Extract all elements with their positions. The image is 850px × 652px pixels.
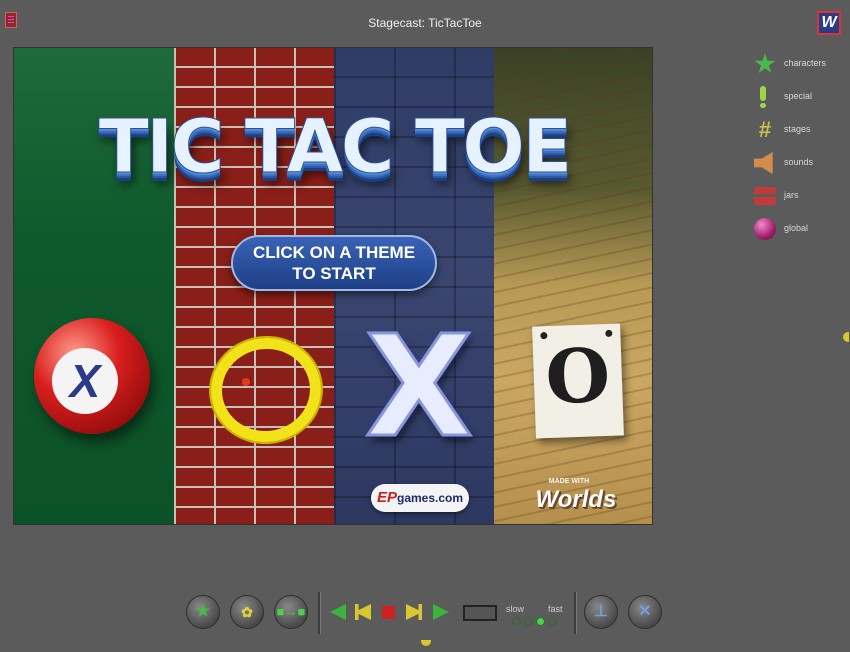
step-back-button[interactable] [355, 604, 371, 620]
sidebar-item-sounds[interactable]: sounds [750, 151, 846, 184]
stop-button[interactable] [382, 606, 395, 619]
close-icon: ✕ [638, 603, 652, 620]
speed-step[interactable] [524, 617, 533, 626]
paper-symbol: O [544, 332, 612, 422]
play-button[interactable] [433, 604, 449, 620]
toolbar-separator [318, 592, 321, 634]
speed-step[interactable] [512, 617, 521, 626]
com-mark: .com [435, 491, 464, 505]
speed-slow-label: slow [506, 604, 525, 614]
billiard-ball-x-icon[interactable]: X [34, 318, 150, 434]
rule-button[interactable]: ■→■ [274, 595, 308, 629]
sidebar-item-label: sounds [784, 157, 814, 167]
play-backward-button[interactable] [330, 604, 346, 620]
click-to-start-banner: CLICK ON A THEME TO START [231, 235, 437, 291]
joystick-button[interactable]: ⊥ [584, 595, 618, 629]
ball-symbol: X [52, 348, 118, 414]
sidebar-item-label: stages [784, 124, 811, 134]
joystick-icon: ⊥ [594, 603, 608, 620]
speed-step[interactable] [536, 617, 545, 626]
globe-icon [754, 218, 776, 240]
game-title: TIC TAC TOE [98, 104, 573, 190]
start-line-1: CLICK ON A THEME [252, 243, 416, 262]
speed-fast-label: fast [548, 604, 563, 614]
games-mark: games [396, 491, 436, 505]
resize-grip-bottom[interactable] [421, 640, 431, 646]
sidebar-item-jars[interactable]: jars [750, 184, 846, 217]
made-with-label: MADE WITH [548, 478, 590, 485]
star-icon [754, 53, 776, 74]
start-line-2: TO START [292, 264, 376, 283]
sidebar-item-label: characters [784, 58, 827, 68]
palette-icon: ✿ [241, 604, 253, 620]
exclamation-icon [760, 86, 766, 108]
sidebar-item-special[interactable]: special [750, 85, 846, 118]
title-bar: Stagecast: TicTacToe W [0, 0, 850, 44]
sidebar: characters special # stages sounds jars … [750, 52, 846, 250]
close-tool-button[interactable]: ✕ [628, 595, 662, 629]
sidebar-item-label: special [784, 91, 813, 101]
clock-display [463, 605, 497, 621]
paper-o-icon[interactable]: O [532, 323, 624, 439]
speed-step[interactable] [548, 617, 557, 626]
game-stage: TIC TAC TOE CLICK ON A THEME TO START X … [13, 47, 653, 525]
worlds-logo-icon[interactable]: W [817, 11, 841, 35]
paint-splat [242, 378, 250, 386]
sidebar-item-characters[interactable]: characters [750, 52, 846, 85]
ep-mark: EP [376, 489, 397, 506]
chrome-x-icon[interactable]: X [364, 316, 475, 459]
speaker-icon [754, 152, 773, 174]
step-forward-button[interactable] [406, 604, 422, 620]
toolbar-separator [574, 592, 577, 634]
rule-arrow-icon: ■→■ [276, 604, 306, 619]
sidebar-item-stages[interactable]: # stages [750, 118, 846, 151]
worlds-logo: Worlds [535, 486, 617, 513]
resize-grip-right[interactable] [843, 332, 849, 342]
sidebar-item-label: global [784, 223, 809, 233]
playback-toolbar: ★ ✿ ■→■ slow fast ⊥ ✕ [0, 588, 850, 638]
star-icon: ★ [195, 603, 211, 620]
window-title: Stagecast: TicTacToe [368, 16, 482, 30]
paint-button[interactable]: ✿ [230, 595, 264, 629]
epgames-logo: EPgames.com [371, 484, 469, 512]
jar-icon [754, 187, 776, 205]
sidebar-item-global[interactable]: global [750, 217, 846, 250]
sidebar-item-label: jars [784, 190, 799, 200]
grid-icon: # [758, 117, 772, 142]
new-character-button[interactable]: ★ [186, 595, 220, 629]
